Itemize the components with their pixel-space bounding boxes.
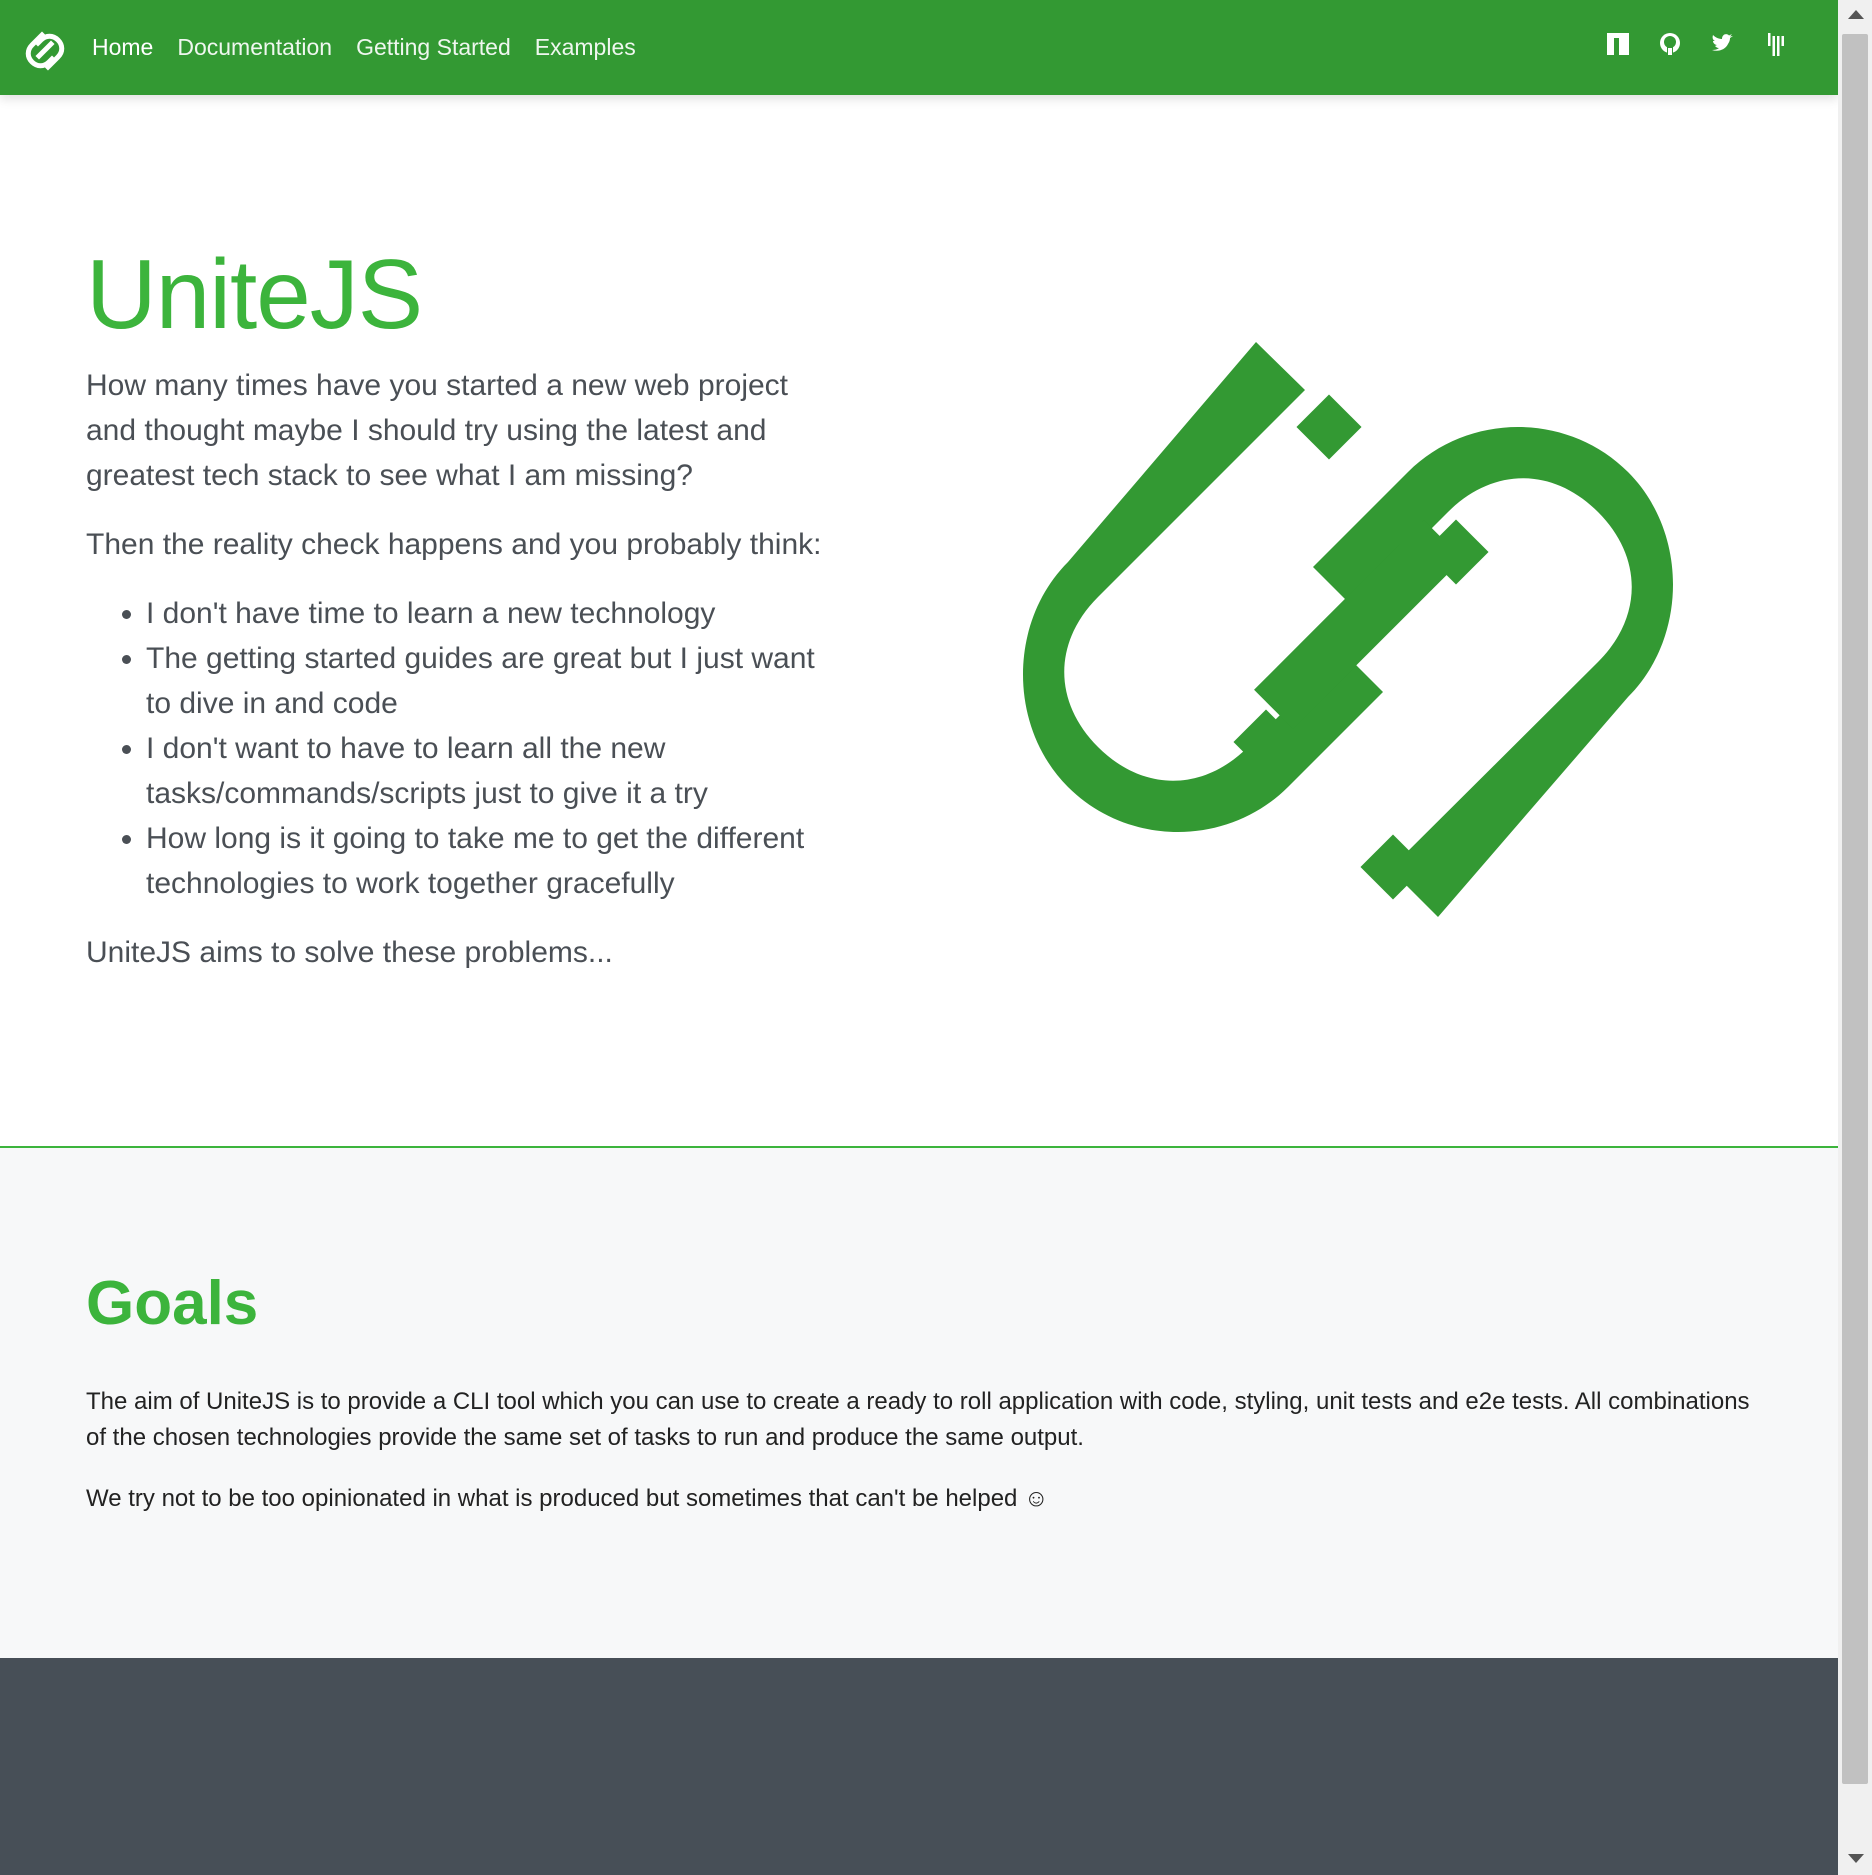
twitter-icon[interactable] xyxy=(1708,30,1736,58)
list-item: How long is it going to take me to get t… xyxy=(146,816,826,906)
list-item: I don't have time to learn a new technol… xyxy=(146,591,826,636)
unitejs-large-logo xyxy=(1023,342,1673,917)
unitejs-logo-icon[interactable] xyxy=(22,28,68,74)
nav-link-examples[interactable]: Examples xyxy=(535,34,636,61)
npm-icon[interactable] xyxy=(1604,30,1632,58)
nav-link-home[interactable]: Home xyxy=(92,34,153,61)
github-icon[interactable] xyxy=(1656,30,1684,58)
hero-section: UniteJS How many times have you started … xyxy=(0,95,1838,1146)
problem-list: I don't have time to learn a new technol… xyxy=(86,591,826,906)
vertical-scrollbar[interactable] xyxy=(1838,0,1872,1875)
scrollbar-thumb[interactable] xyxy=(1842,34,1868,1784)
hero-intro: How many times have you started a new we… xyxy=(86,369,788,492)
social-icons xyxy=(1580,30,1788,58)
scroll-down-arrow-icon[interactable] xyxy=(1848,1854,1864,1863)
nav-links: Home Documentation Getting Started Examp… xyxy=(80,0,648,95)
hero-conclusion: UniteJS aims to solve these problems... xyxy=(86,936,613,969)
scroll-up-arrow-icon[interactable] xyxy=(1848,10,1864,19)
list-item: I don't want to have to learn all the ne… xyxy=(146,726,826,816)
goals-section: Goals The aim of UniteJS is to provide a… xyxy=(0,1148,1838,1658)
page-title: UniteJS xyxy=(86,239,423,349)
footer xyxy=(0,1658,1838,1875)
nav-link-getting-started[interactable]: Getting Started xyxy=(356,34,511,61)
gitter-icon[interactable] xyxy=(1760,30,1788,58)
hero-reality-check: Then the reality check happens and you p… xyxy=(86,528,822,561)
nav-link-documentation[interactable]: Documentation xyxy=(177,34,332,61)
list-item: The getting started guides are great but… xyxy=(146,636,826,726)
top-navbar: Home Documentation Getting Started Examp… xyxy=(0,0,1838,95)
page: Home Documentation Getting Started Examp… xyxy=(0,0,1838,1875)
goals-paragraph-2: We try not to be too opinionated in what… xyxy=(86,1485,1049,1512)
goals-title: Goals xyxy=(86,1269,259,1338)
hero-text: UniteJS How many times have you started … xyxy=(86,245,826,999)
goals-paragraph-1: The aim of UniteJS is to provide a CLI t… xyxy=(86,1388,1750,1451)
